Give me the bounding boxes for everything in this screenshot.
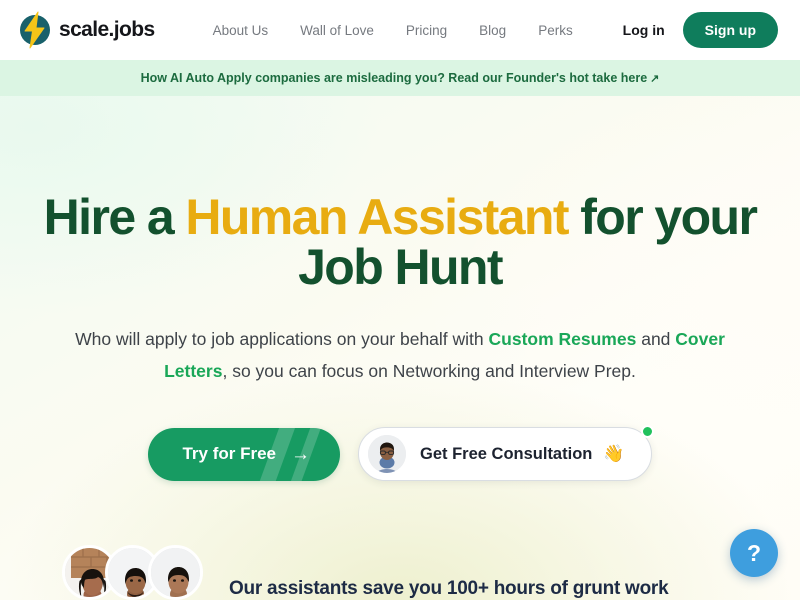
headline-text-1: Hire a <box>43 189 186 245</box>
page-title: Hire a Human Assistant for your Job Hunt <box>0 192 800 292</box>
try-for-free-label: Try for Free <box>182 444 276 464</box>
signup-button[interactable]: Sign up <box>682 12 778 48</box>
nav-item-perks[interactable]: Perks <box>522 17 589 44</box>
hero-section: Hire a Human Assistant for your Job Hunt… <box>0 96 800 600</box>
waving-hand-icon: 👋 <box>603 444 625 464</box>
get-free-consultation-label: Get Free Consultation <box>420 444 593 463</box>
consultant-avatar <box>368 435 406 474</box>
subhead-text-3: , so you can focus on Networking and Int… <box>222 361 636 382</box>
main-nav: About Us Wall of Love Pricing Blog Perks <box>197 17 623 44</box>
hero-subheading: Who will apply to job applications on yo… <box>0 323 800 387</box>
nav-item-pricing[interactable]: Pricing <box>390 17 463 44</box>
site-header: scale.jobs About Us Wall of Love Pricing… <box>0 0 800 60</box>
headline-accent: Human Assistant <box>185 189 569 245</box>
lightning-bolt-icon <box>20 11 50 49</box>
help-button[interactable]: ? <box>730 529 778 577</box>
get-free-consultation-button[interactable]: Get Free Consultation 👋 <box>358 425 654 482</box>
subhead-text-1: Who will apply to job applications on yo… <box>75 329 489 349</box>
arrow-right-icon: → <box>291 443 310 465</box>
header-actions: Log in Sign up <box>623 12 778 48</box>
social-proof-text: Our assistants save you 100+ hours of gr… <box>229 578 669 600</box>
announcement-banner-text: How AI Auto Apply companies are misleadi… <box>140 71 648 85</box>
brand-logo[interactable]: scale.jobs <box>20 11 155 49</box>
brand-name: scale.jobs <box>59 18 155 41</box>
login-link[interactable]: Log in <box>623 22 665 38</box>
subhead-highlight-resumes: Custom Resumes <box>488 329 637 349</box>
nav-item-wall-of-love[interactable]: Wall of Love <box>284 17 390 44</box>
subhead-text-2: and <box>636 329 676 349</box>
online-status-badge <box>640 425 654 439</box>
assistant-avatar-stack <box>62 545 203 600</box>
announcement-banner[interactable]: How AI Auto Apply companies are misleadi… <box>0 60 800 96</box>
hero-content: Hire a Human Assistant for your Job Hunt… <box>0 96 800 482</box>
avatar <box>148 545 203 600</box>
social-proof-strip: Our assistants save you 100+ hours of gr… <box>0 545 800 600</box>
nav-item-blog[interactable]: Blog <box>463 17 522 44</box>
external-link-arrow-icon: ↗ <box>650 72 660 85</box>
cta-row: Try for Free → Get Free Consultation 👋 <box>0 425 800 482</box>
page-root: scale.jobs About Us Wall of Love Pricing… <box>0 0 800 600</box>
try-for-free-button[interactable]: Try for Free → <box>148 427 340 481</box>
nav-item-about-us[interactable]: About Us <box>197 17 285 44</box>
